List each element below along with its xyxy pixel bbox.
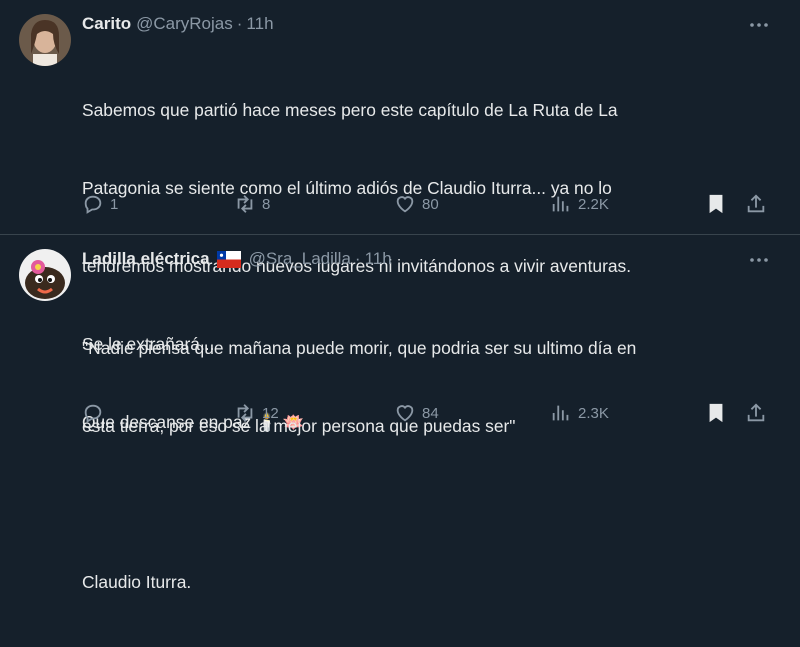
user-handle[interactable]: @CaryRojas (136, 12, 233, 36)
bookmark-icon (709, 403, 723, 423)
share-button[interactable] (745, 193, 767, 215)
retweet-button[interactable]: 8 (234, 193, 270, 215)
tweet-text-line (82, 491, 636, 517)
tweet-header: Carito @CaryRojas · 11h (82, 12, 274, 36)
tweet[interactable]: Ladilla eléctrica @Sra_Ladilla · 11h "Na… (0, 235, 800, 592)
share-icon (747, 403, 765, 422)
separator: · (354, 249, 361, 268)
tweet-text-line: "Nadie piensa que mañana puede morir, qu… (82, 338, 637, 358)
like-icon (396, 196, 414, 213)
tweet-text-line: Claudio Iturra. (82, 572, 192, 592)
avatar[interactable] (19, 249, 71, 301)
separator: · (236, 14, 243, 33)
views-button[interactable]: 2.3K (550, 402, 609, 424)
tweet-text-line: Sabemos que partió hace meses pero este … (82, 100, 618, 120)
action-bar: 12 84 2.3K (82, 402, 770, 428)
retweet-count: 12 (262, 404, 279, 422)
chile-flag-icon (216, 250, 241, 268)
views-icon (552, 196, 569, 212)
retweet-icon (237, 404, 253, 422)
views-icon (552, 405, 569, 421)
timestamp[interactable]: 11h (365, 247, 392, 271)
retweet-icon (237, 195, 253, 213)
like-count: 80 (422, 195, 439, 213)
reply-icon (84, 404, 102, 423)
timestamp[interactable]: 11h (246, 12, 273, 36)
like-icon (396, 405, 414, 422)
action-bar: 1 8 80 2.2K (82, 193, 770, 219)
bookmark-icon (709, 194, 723, 214)
share-icon (747, 194, 765, 213)
display-name[interactable]: Ladilla eléctrica (82, 247, 210, 271)
bookmark-button[interactable] (705, 193, 727, 215)
reply-icon (84, 195, 102, 214)
tweet-text: "Nadie piensa que mañana puede morir, qu… (82, 283, 636, 647)
views-count: 2.3K (578, 404, 609, 422)
like-button[interactable]: 84 (394, 402, 439, 424)
retweet-count: 8 (262, 195, 271, 213)
more-icon[interactable] (748, 251, 770, 269)
more-icon[interactable] (748, 16, 770, 34)
user-handle[interactable]: @Sra_Ladilla (249, 247, 351, 271)
bookmark-button[interactable] (705, 402, 727, 424)
reply-button[interactable]: 1 (82, 193, 118, 215)
display-name[interactable]: Carito (82, 12, 131, 36)
retweet-button[interactable]: 12 (234, 402, 279, 424)
tweet-header: Ladilla eléctrica @Sra_Ladilla · 11h (82, 247, 392, 271)
reply-count: 1 (110, 195, 119, 213)
reply-button[interactable] (82, 402, 110, 424)
avatar[interactable] (19, 14, 71, 66)
views-count: 2.2K (578, 195, 609, 213)
like-button[interactable]: 80 (394, 193, 439, 215)
views-button[interactable]: 2.2K (550, 193, 609, 215)
tweet[interactable]: Carito @CaryRojas · 11h Sabemos que part… (0, 0, 800, 432)
like-count: 84 (422, 404, 439, 422)
share-button[interactable] (745, 402, 767, 424)
